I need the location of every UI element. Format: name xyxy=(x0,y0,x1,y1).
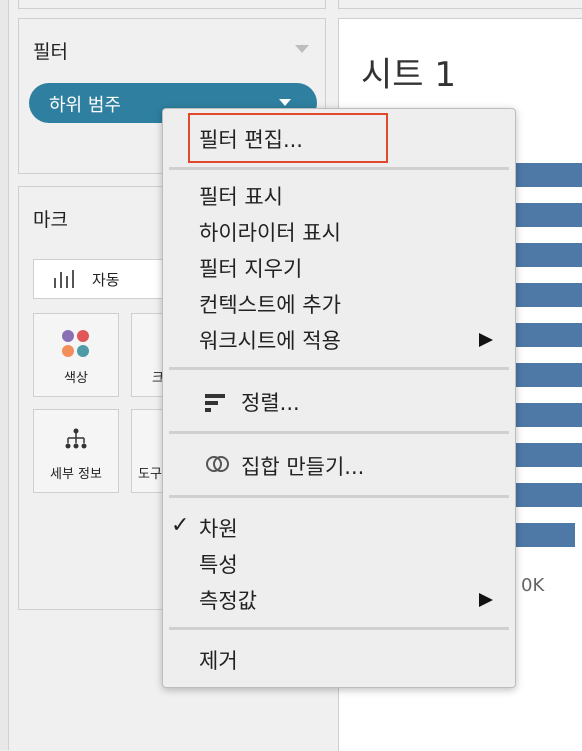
hierarchy-icon xyxy=(65,428,87,449)
bar-mark[interactable] xyxy=(509,483,582,507)
bar-mark[interactable] xyxy=(509,243,582,267)
menu-separator xyxy=(169,367,509,370)
menu-separator xyxy=(169,495,509,498)
filters-card-title: 필터 xyxy=(33,41,68,63)
menu-separator xyxy=(169,167,509,170)
menu-item-attribute[interactable]: 특성 xyxy=(199,549,238,579)
pill-dropdown-arrow-icon[interactable] xyxy=(279,99,291,106)
bar-mark[interactable] xyxy=(509,523,575,547)
menu-separator xyxy=(169,431,509,434)
color-tile[interactable]: 색상 xyxy=(33,313,119,397)
submenu-arrow-icon xyxy=(479,593,493,607)
menu-item-edit-filter[interactable]: 필터 편집... xyxy=(199,124,303,154)
menu-item-dimension[interactable]: 차원 xyxy=(199,513,238,543)
x-axis-tick-label: 0K xyxy=(521,575,545,596)
bar-mark[interactable] xyxy=(509,443,582,467)
menu-item-show-filter[interactable]: 필터 표시 xyxy=(199,181,283,211)
menu-item-measure[interactable]: 측정값 xyxy=(199,585,257,615)
bar-mark[interactable] xyxy=(509,323,582,347)
menu-item-add-to-context[interactable]: 컨텍스트에 추가 xyxy=(199,289,341,319)
menu-item-remove[interactable]: 제거 xyxy=(199,645,238,675)
color-dots-icon xyxy=(62,330,90,358)
bar-mark[interactable] xyxy=(509,363,582,387)
detail-tile-label: 세부 정보 xyxy=(50,467,102,482)
checkmark-icon: ✓ xyxy=(171,513,190,538)
bar-chart-icon xyxy=(54,270,76,288)
bar-mark[interactable] xyxy=(509,163,582,187)
submenu-arrow-icon xyxy=(479,333,493,347)
create-set-icon xyxy=(206,456,229,472)
marks-card-title: 마크 xyxy=(33,209,68,231)
filters-card-menu-arrow-icon[interactable] xyxy=(295,45,309,53)
filter-pill-label: 하위 범주 xyxy=(49,95,121,116)
left-pane-edge xyxy=(0,0,9,750)
top-sheet-remnant xyxy=(338,0,582,9)
bar-mark[interactable] xyxy=(509,203,582,227)
menu-item-sort[interactable]: 정렬... xyxy=(241,387,300,417)
sheet-title: 시트 1 xyxy=(361,55,456,95)
bar-mark[interactable] xyxy=(509,283,582,307)
menu-item-apply-to-worksheets[interactable]: 워크시트에 적용 xyxy=(199,325,341,355)
menu-item-show-highlighter[interactable]: 하이라이터 표시 xyxy=(199,217,341,247)
mark-type-dropdown[interactable]: 자동 xyxy=(33,259,163,299)
sort-icon xyxy=(205,394,225,412)
menu-separator xyxy=(169,627,509,630)
menu-item-clear-filter[interactable]: 필터 지우기 xyxy=(199,253,302,283)
top-card-remnant xyxy=(18,0,326,9)
menu-item-create-set[interactable]: 집합 만들기... xyxy=(241,451,364,481)
mark-type-label: 자동 xyxy=(92,271,120,289)
filter-pill-context-menu: 필터 편집... 필터 표시 하이라이터 표시 필터 지우기 컨텍스트에 추가 … xyxy=(162,108,516,688)
color-tile-label: 색상 xyxy=(64,371,88,386)
bar-mark[interactable] xyxy=(509,403,582,427)
detail-tile[interactable]: 세부 정보 xyxy=(33,409,119,493)
